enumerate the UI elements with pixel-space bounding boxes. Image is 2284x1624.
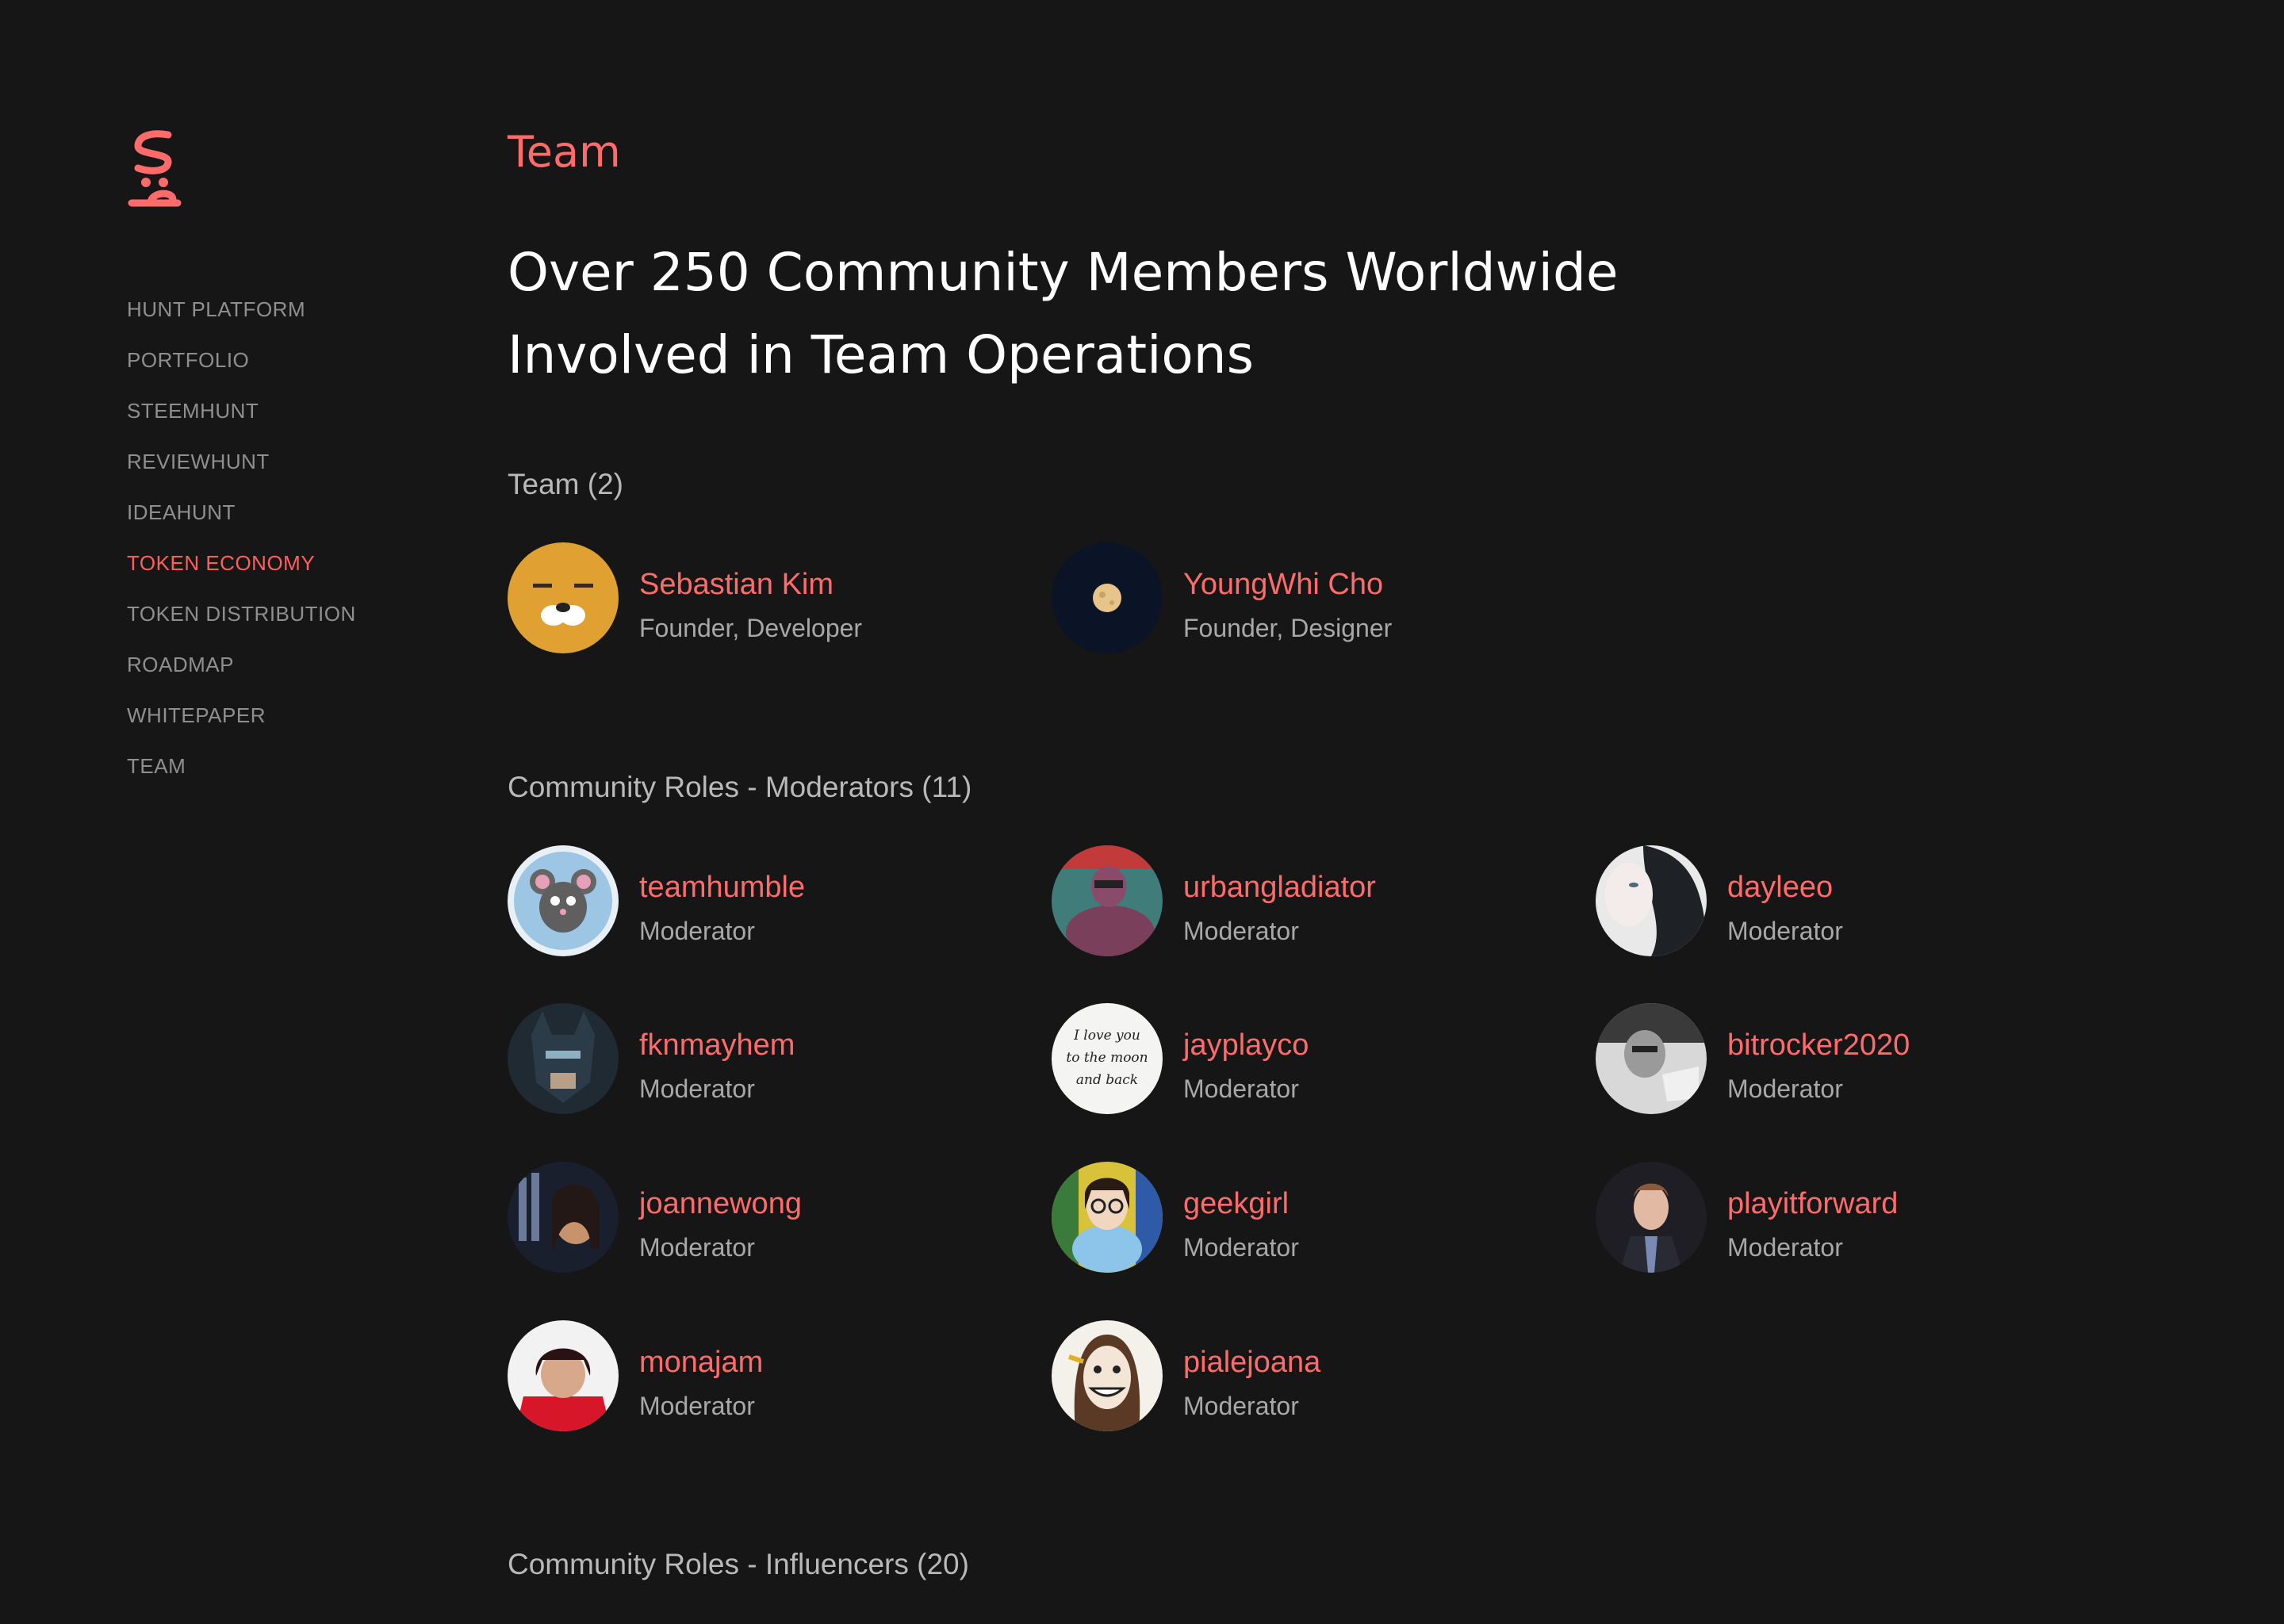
red-shirt-portrait-avatar (508, 1320, 619, 1431)
member-card[interactable]: playitforward Moderator (1596, 1162, 2111, 1273)
member-card[interactable]: I love you to the moon and back jayplayc… (1052, 1003, 1567, 1114)
sidebar-item-roadmap[interactable]: ROADMAP (127, 649, 356, 699)
member-role: Moderator (639, 917, 755, 945)
influencers-group-title: Community Roles - Influencers (20) (508, 1548, 969, 1580)
member-card[interactable]: fknmayhem Moderator (508, 1003, 1023, 1114)
member-name[interactable]: fknmayhem (639, 1028, 795, 1063)
svg-text:I love you: I love you (1073, 1028, 1140, 1044)
bear-face-avatar (508, 542, 619, 653)
member-role: Moderator (1183, 1074, 1299, 1103)
masked-hero-avatar (1052, 845, 1163, 956)
member-card[interactable]: monajam Moderator (508, 1320, 1023, 1431)
city-night-portrait-avatar (508, 1162, 619, 1273)
headline-line-2: Involved in Team Operations (508, 324, 1255, 385)
member-role: Moderator (1727, 917, 1843, 945)
member-role: Moderator (639, 1074, 755, 1103)
headline-line-1: Over 250 Community Members Worldwide (508, 242, 1619, 303)
sidebar-item-token-economy[interactable]: TOKEN ECONOMY (127, 547, 356, 598)
member-role: Moderator (639, 1392, 755, 1420)
member-card[interactable]: joannewong Moderator (508, 1162, 1023, 1273)
handwritten-quote-avatar: I love you to the moon and back (1052, 1003, 1163, 1114)
member-card[interactable]: dayleeo Moderator (1596, 845, 2111, 956)
sidebar-item-whitepaper[interactable]: WHITEPAPER (127, 699, 356, 750)
glasses-cartoon-avatar (1052, 1162, 1163, 1273)
sidebar-item-portfolio[interactable]: PORTFOLIO (127, 344, 356, 395)
member-name[interactable]: dayleeo (1727, 871, 1833, 905)
sidebar-item-hunt-platform[interactable]: HUNT PLATFORM (127, 293, 356, 344)
member-name[interactable]: teamhumble (639, 871, 805, 905)
member-name[interactable]: pialejoana (1183, 1346, 1320, 1380)
member-name[interactable]: monajam (639, 1346, 763, 1380)
member-name[interactable]: geekgirl (1183, 1187, 1289, 1221)
bw-photo-avatar (1596, 1003, 1707, 1114)
member-name[interactable]: Sebastian Kim (639, 568, 834, 602)
member-role: Moderator (1183, 917, 1299, 945)
moon-night-avatar (1052, 542, 1163, 653)
member-card[interactable]: teamhumble Moderator (508, 845, 1023, 956)
member-name[interactable]: bitrocker2020 (1727, 1028, 1910, 1063)
mouse-cartoon-avatar (508, 845, 619, 956)
member-card[interactable]: urbangladiator Moderator (1052, 845, 1567, 956)
member-role: Founder, Designer (1183, 614, 1393, 642)
team-group-title: Team (2) (508, 468, 623, 500)
grin-drawing-avatar (1052, 1320, 1163, 1431)
member-name[interactable]: joannewong (639, 1187, 802, 1221)
section-label: Team (508, 127, 621, 177)
member-role: Moderator (1183, 1233, 1299, 1262)
sidebar-item-reviewhunt[interactable]: REVIEWHUNT (127, 446, 356, 496)
member-role: Moderator (1727, 1074, 1843, 1103)
member-name[interactable]: jayplayco (1183, 1028, 1309, 1063)
member-role: Moderator (1727, 1233, 1843, 1262)
member-card[interactable]: pialejoana Moderator (1052, 1320, 1567, 1431)
svg-text:to the moon: to the moon (1066, 1050, 1148, 1066)
member-role: Founder, Developer (639, 614, 863, 642)
svg-text:and back: and back (1076, 1072, 1138, 1088)
hunt-logo[interactable] (127, 127, 182, 209)
batman-avatar (508, 1003, 619, 1114)
dark-hair-portrait-avatar (1596, 845, 1707, 956)
sidebar-item-ideahunt[interactable]: IDEAHUNT (127, 496, 356, 547)
member-card[interactable]: bitrocker2020 Moderator (1596, 1003, 2111, 1114)
member-role: Moderator (1183, 1392, 1299, 1420)
sidebar-nav: HUNT PLATFORM PORTFOLIO STEEMHUNT REVIEW… (127, 293, 356, 801)
sidebar-item-team[interactable]: TEAM (127, 750, 356, 801)
member-card[interactable]: YoungWhi Cho Founder, Designer (1052, 542, 1567, 653)
sidebar-item-steemhunt[interactable]: STEEMHUNT (127, 395, 356, 446)
member-name[interactable]: urbangladiator (1183, 871, 1376, 905)
suit-portrait-avatar (1596, 1162, 1707, 1273)
member-name[interactable]: playitforward (1727, 1187, 1898, 1221)
member-card[interactable]: geekgirl Moderator (1052, 1162, 1567, 1273)
member-role: Moderator (639, 1233, 755, 1262)
moderators-group-title: Community Roles - Moderators (11) (508, 771, 972, 803)
member-name[interactable]: YoungWhi Cho (1183, 568, 1383, 602)
sidebar-item-token-distribution[interactable]: TOKEN DISTRIBUTION (127, 598, 356, 649)
member-card[interactable]: Sebastian Kim Founder, Developer (508, 542, 1023, 653)
page-headline: Over 250 Community Members Worldwide Inv… (508, 232, 1935, 396)
